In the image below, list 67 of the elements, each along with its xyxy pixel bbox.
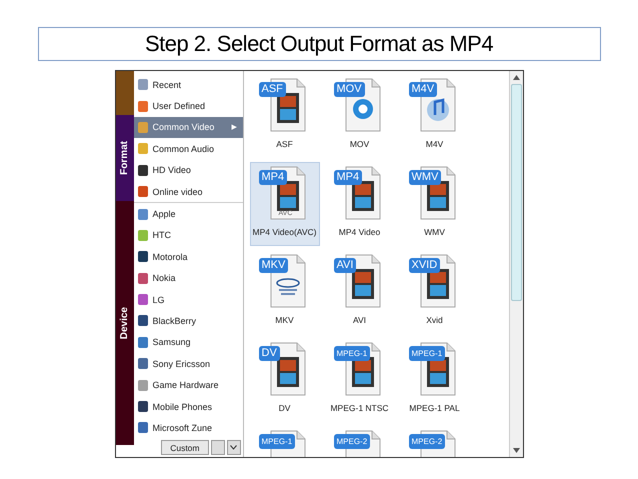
- format-badge: MKV: [258, 258, 288, 273]
- format-item[interactable]: DV DV: [250, 338, 320, 422]
- format-item[interactable]: XVID Xvid: [400, 250, 470, 334]
- menu-item[interactable]: Nokia: [134, 268, 242, 289]
- format-label: M4V: [426, 139, 444, 149]
- format-item[interactable]: MKV MKV: [250, 250, 320, 334]
- format-item[interactable]: M4V M4V: [400, 74, 470, 158]
- format-badge: ASF: [258, 82, 286, 97]
- menu-item[interactable]: Common Audio: [134, 138, 242, 160]
- format-badge: MP4: [334, 170, 362, 185]
- format-badge: WMV: [408, 170, 442, 185]
- dropdown-button[interactable]: [226, 440, 240, 455]
- menu-item[interactable]: HD Video: [134, 160, 242, 181]
- format-item[interactable]: MOV MOV: [324, 74, 394, 158]
- format-badge: MPEG-1: [408, 346, 446, 361]
- format-label: DV: [278, 403, 290, 413]
- menu-item[interactable]: Microsoft Zune: [134, 417, 242, 439]
- format-badge: MPEG-2: [408, 434, 446, 449]
- menu-item[interactable]: User Defined: [134, 95, 242, 117]
- menu-item[interactable]: LG: [134, 288, 242, 310]
- format-badge: XVID: [408, 258, 440, 273]
- format-label: MKV: [275, 315, 294, 325]
- menu-item[interactable]: Game Hardware: [134, 374, 242, 396]
- menu-item[interactable]: Apple: [134, 203, 242, 225]
- format-badge: MPEG-1: [258, 434, 296, 449]
- format-label: MOV: [350, 139, 370, 149]
- format-item[interactable]: ASF ASF: [250, 74, 320, 158]
- caret-icon: [230, 445, 237, 450]
- format-item[interactable]: MPEG-2: [400, 426, 470, 457]
- menu-item[interactable]: Recent: [134, 74, 242, 96]
- format-label: MPEG-1 NTSC: [330, 403, 389, 413]
- menu-item[interactable]: Motorola: [134, 246, 242, 268]
- format-item[interactable]: MP4 MP4 Video: [324, 162, 394, 246]
- scroll-down-icon[interactable]: [512, 448, 520, 453]
- custom-button[interactable]: Custom: [161, 440, 208, 455]
- scrollbar[interactable]: [508, 71, 522, 457]
- format-badge: MP4: [258, 170, 288, 185]
- format-item[interactable]: AVI AVI: [324, 250, 394, 334]
- slide-title: Step 2. Select Output Format as MP4: [38, 27, 600, 61]
- side-tab[interactable]: Device: [116, 201, 134, 445]
- format-badge: MPEG-1: [334, 346, 370, 361]
- format-item[interactable]: MPEG-1 MPEG-1 PAL: [400, 338, 470, 422]
- format-label: MP4 Video(AVC): [252, 227, 316, 237]
- menu-item[interactable]: Mobile Phones: [134, 396, 242, 418]
- format-label: ASF: [276, 139, 293, 149]
- format-item[interactable]: WMV WMV: [400, 162, 470, 246]
- format-label: AVI: [352, 315, 366, 325]
- format-badge: MOV: [334, 82, 365, 97]
- format-item[interactable]: MPEG-1 MPEG-1 NTSC: [324, 338, 394, 422]
- menu-item[interactable]: Online video: [134, 180, 242, 202]
- format-badge: DV: [258, 346, 280, 361]
- side-strip-top: [116, 71, 134, 115]
- menu-item[interactable]: HTC: [134, 224, 242, 246]
- format-badge: M4V: [408, 82, 438, 97]
- menu-item[interactable]: Sony Ericsson: [134, 353, 242, 374]
- menu-item[interactable]: BlackBerry: [134, 310, 242, 332]
- format-label: MP4 Video: [338, 227, 380, 237]
- menu-item[interactable]: Samsung: [134, 332, 242, 354]
- format-item[interactable]: MPEG-1: [250, 426, 320, 457]
- format-badge: AVI: [334, 258, 356, 273]
- format-badge: MPEG-2: [334, 434, 370, 449]
- format-item[interactable]: MPEG-2: [324, 426, 394, 457]
- format-label: WMV: [424, 227, 445, 237]
- scroll-up-icon[interactable]: [512, 75, 520, 80]
- format-label: Xvid: [426, 315, 443, 325]
- side-tab[interactable]: Format: [116, 115, 134, 201]
- format-label: MPEG-1 PAL: [409, 403, 460, 413]
